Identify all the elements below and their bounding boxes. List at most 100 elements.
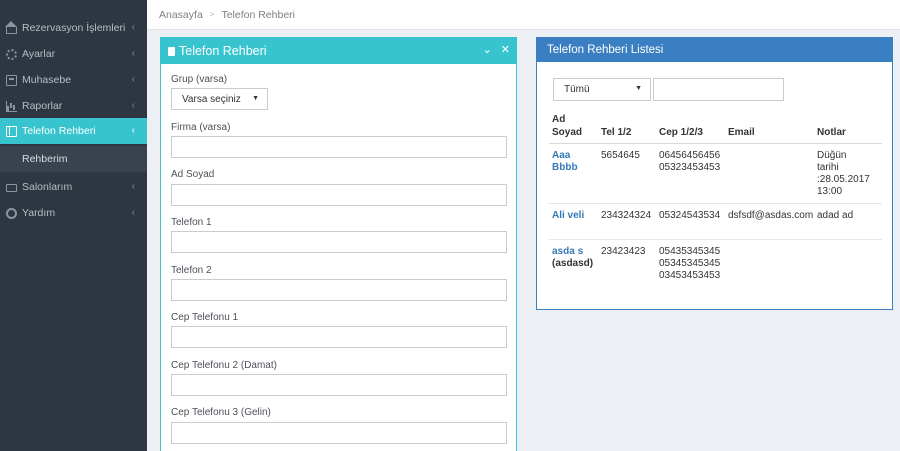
list-panel-title: Telefon Rehberi Listesi <box>547 44 664 56</box>
group-select-value: Varsa seçiniz <box>182 93 241 105</box>
caret-down-icon: ▼ <box>635 85 642 92</box>
sidebar: Rezervasyon İşlemleri ‹ Ayarlar ‹ Muhase… <box>0 0 147 451</box>
sidebar-item-telefon-rehberi[interactable]: Telefon Rehberi ‹ <box>0 118 147 144</box>
life-ring-icon <box>6 207 17 219</box>
cep-number: 03453453453 <box>659 270 721 281</box>
sidebar-item-raporlar[interactable]: Raporlar ‹ <box>0 93 147 119</box>
book-icon <box>168 46 175 56</box>
sidebar-item-label: Raporlar <box>22 100 63 112</box>
chevron-left-icon: ‹ <box>131 74 135 85</box>
filter-select-value: Tümü <box>564 84 590 95</box>
table-row-1-cep: 06456456456 05323453453 <box>659 150 720 174</box>
group-label: Grup (varsa) <box>171 74 228 85</box>
bar-chart-icon <box>6 100 17 112</box>
home-icon <box>5 20 17 34</box>
sidebar-item-label: Yardım <box>22 207 56 219</box>
table-row-2-cep: 05324543534 <box>659 210 721 221</box>
note-line: Düğün <box>817 150 847 161</box>
search-input[interactable] <box>653 78 784 101</box>
table-row-1-tel: 5654645 <box>601 150 640 161</box>
column-header-notlar[interactable]: Notlar <box>817 126 846 139</box>
sidebar-item-rezervasyon[interactable]: Rezervasyon İşlemleri ‹ <box>0 15 147 41</box>
filter-select[interactable]: Tümü ▼ <box>553 78 651 101</box>
cep-number: 06456456456 <box>659 150 721 161</box>
telefon1-input[interactable] <box>171 231 507 253</box>
table-row-2-notes: adad ad <box>817 210 854 221</box>
sidebar-item-yardim[interactable]: Yardım ‹ <box>0 200 147 226</box>
table-row-3-tel: 23423423 <box>601 246 646 257</box>
ad-soyad-label: Ad Soyad <box>171 169 215 180</box>
header-ad: Ad <box>552 114 566 125</box>
cep-number: 05323453453 <box>659 162 721 173</box>
form-panel-header: Telefon Rehberi ⌄ ✕ <box>161 38 516 64</box>
chevron-left-icon: ‹ <box>131 125 135 136</box>
chevron-left-icon: ‹ <box>131 22 135 33</box>
form-panel-title: Telefon Rehberi <box>179 44 267 58</box>
sidebar-item-salonlarim[interactable]: Salonlarım ‹ <box>0 174 147 200</box>
firma-input[interactable] <box>171 136 507 158</box>
sidebar-item-muhasebe[interactable]: Muhasebe ‹ <box>0 67 147 93</box>
row-divider <box>549 203 882 204</box>
collapse-icon[interactable]: ⌄ <box>483 43 492 56</box>
note-line: tarihi <box>817 162 839 173</box>
row-name-second: (asdasd) <box>552 258 594 269</box>
calculator-icon <box>6 74 17 86</box>
breadcrumb: Anasayfa > Telefon Rehberi <box>147 0 900 30</box>
close-icon[interactable]: ✕ <box>501 43 510 56</box>
chevron-left-icon: ‹ <box>131 181 135 192</box>
sidebar-item-label: Muhasebe <box>22 74 72 86</box>
cep2-input[interactable] <box>171 374 507 396</box>
book-icon <box>6 125 17 137</box>
list-panel-header: Telefon Rehberi Listesi <box>537 38 892 62</box>
header-soyad: Soyad <box>552 127 583 138</box>
column-header-cep[interactable]: Cep 1/2/3 <box>659 126 703 139</box>
table-row-1-name[interactable]: Aaa Bbbb <box>552 150 578 174</box>
folder-icon <box>6 184 17 192</box>
gear-icon <box>6 48 17 60</box>
firma-label: Firma (varsa) <box>171 122 231 133</box>
table-row-2-tel: 234324324 <box>601 210 652 221</box>
sidebar-subitem-rehberim[interactable]: Rehberim <box>0 146 147 172</box>
table-row-1-notes: Düğün tarihi :28.05.2017 13:00 <box>817 150 870 198</box>
row-name-second: Bbbb <box>552 162 578 173</box>
group-select[interactable]: Varsa seçiniz ▼ <box>171 88 268 110</box>
column-header-ad-soyad[interactable]: Ad Soyad <box>552 113 582 139</box>
sidebar-item-label: Rezervasyon İşlemleri <box>22 22 126 34</box>
row-divider <box>549 239 882 240</box>
sidebar-item-label: Telefon Rehberi <box>22 125 96 137</box>
cep1-input[interactable] <box>171 326 507 348</box>
caret-down-icon: ▼ <box>252 95 259 102</box>
telefon2-input[interactable] <box>171 279 507 301</box>
cep3-label: Cep Telefonu 3 (Gelin) <box>171 407 271 418</box>
chevron-left-icon: ‹ <box>131 48 135 59</box>
cep2-label: Cep Telefonu 2 (Damat) <box>171 360 277 371</box>
note-line: 13:00 <box>817 186 843 197</box>
sidebar-item-label: Salonlarım <box>22 181 73 193</box>
column-header-tel[interactable]: Tel 1/2 <box>601 126 631 139</box>
table-row-2-email: dsfsdf@asdas.com <box>728 210 814 221</box>
telefon2-label: Telefon 2 <box>171 265 212 276</box>
table-row-2-name[interactable]: Ali veli <box>552 210 584 222</box>
breadcrumb-home-link[interactable]: Anasayfa <box>159 9 203 21</box>
sidebar-item-ayarlar[interactable]: Ayarlar ‹ <box>0 41 147 67</box>
header-divider <box>549 143 882 144</box>
chevron-left-icon: ‹ <box>131 100 135 111</box>
table-row-3-cep: 05435345345 05345345345 03453453453 <box>659 246 720 282</box>
cep1-label: Cep Telefonu 1 <box>171 312 239 323</box>
cep-number: 05345345345 <box>659 258 721 269</box>
chevron-left-icon: ‹ <box>131 207 135 218</box>
row-name-first: asda s <box>552 246 584 257</box>
breadcrumb-current: Telefon Rehberi <box>221 8 295 21</box>
note-line: :28.05.2017 <box>817 174 870 185</box>
phonebook-list-panel: Telefon Rehberi Listesi Tümü ▼ Ad Soyad … <box>536 37 893 310</box>
cep3-input[interactable] <box>171 422 507 444</box>
row-name-first: Aaa <box>552 150 571 161</box>
sidebar-item-label: Ayarlar <box>22 48 56 60</box>
phonebook-form-panel: Telefon Rehberi ⌄ ✕ Grup (varsa) Varsa s… <box>160 37 517 451</box>
telefon1-label: Telefon 1 <box>171 217 212 228</box>
cep-number: 05435345345 <box>659 246 721 257</box>
ad-soyad-input[interactable] <box>171 184 507 206</box>
column-header-email[interactable]: Email <box>728 126 755 139</box>
table-row-3-name[interactable]: asda s (asdasd) <box>552 246 593 270</box>
breadcrumb-separator-icon: > <box>209 10 215 19</box>
